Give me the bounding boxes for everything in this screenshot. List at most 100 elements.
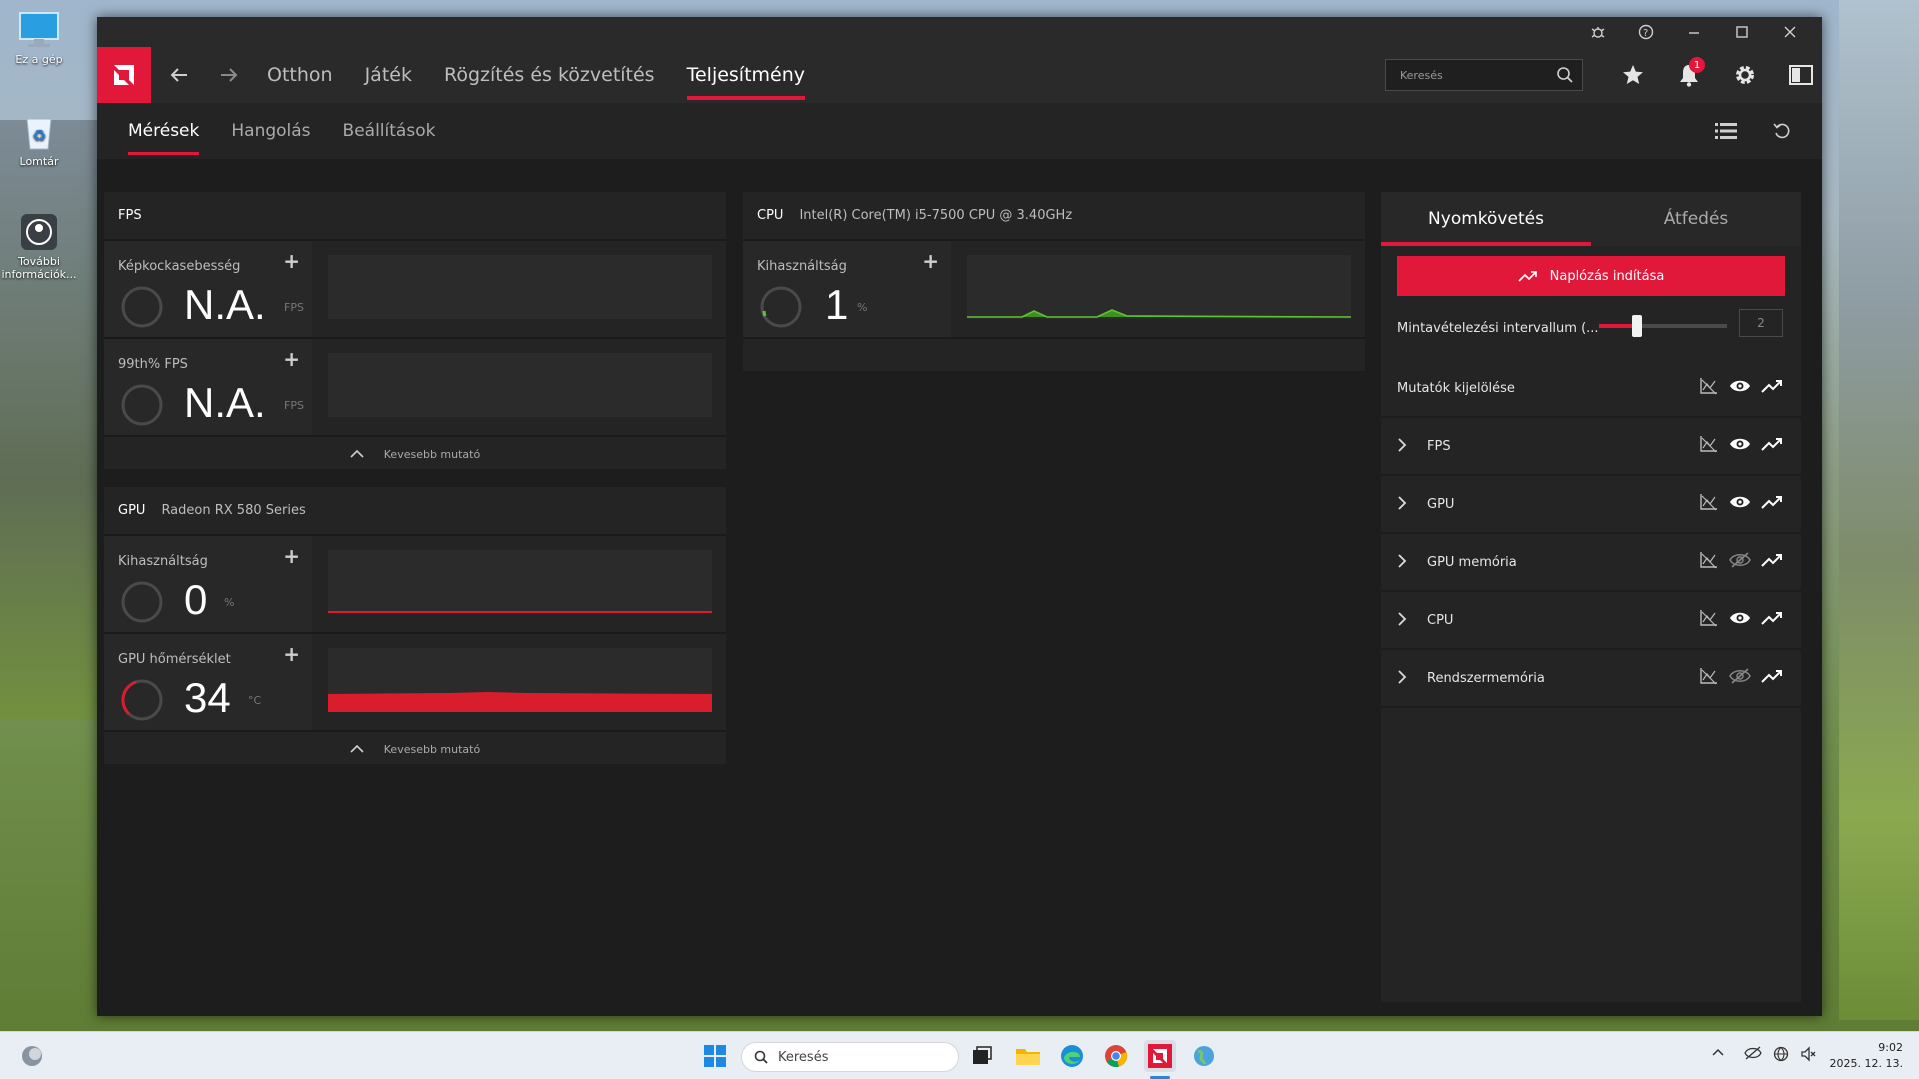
list-view-icon[interactable]	[1698, 122, 1754, 140]
metric-gauge-icon	[121, 286, 163, 328]
favorites-star-icon[interactable]	[1605, 47, 1661, 103]
eye-icon[interactable]	[1729, 494, 1751, 514]
metric-group-row[interactable]: FPS	[1381, 418, 1801, 476]
panel-header: GPU Radeon RX 580 Series	[104, 487, 726, 536]
notifications-bell-icon[interactable]: 1	[1661, 47, 1717, 103]
eye-icon[interactable]	[1729, 378, 1751, 398]
subtab-settings[interactable]: Beállítások	[327, 103, 452, 159]
metric-graph	[328, 550, 712, 614]
chevron-right-icon[interactable]	[1397, 553, 1427, 572]
desktop-icon-recycle-bin[interactable]: ♻ Lomtár	[0, 112, 78, 168]
metric-graph	[328, 353, 712, 417]
forward-arrow-icon[interactable]	[207, 47, 251, 103]
slider-handle[interactable]	[1632, 315, 1643, 337]
trend-icon[interactable]	[1761, 436, 1783, 456]
volume-muted-icon[interactable]	[1800, 1046, 1816, 1066]
svg-text:?: ?	[1643, 28, 1648, 39]
start-windows-icon[interactable]	[699, 1040, 731, 1072]
metric-group-row[interactable]: GPU memória	[1381, 534, 1801, 592]
sidebar-panel-icon[interactable]	[1773, 47, 1829, 103]
panel-subtitle: Intel(R) Core(TM) i5-7500 CPU @ 3.40GHz	[799, 208, 1073, 223]
subtab-tuning[interactable]: Hangolás	[215, 103, 326, 159]
network-globe-icon[interactable]	[1188, 1040, 1220, 1072]
fewer-metrics-button[interactable]: Kevesebb mutató	[104, 437, 726, 471]
metric-group-row[interactable]: Rendszermemória	[1381, 650, 1801, 708]
metric-group-row[interactable]: GPU	[1381, 476, 1801, 534]
edge-browser-icon[interactable]	[1056, 1040, 1088, 1072]
help-icon[interactable]: ?	[1622, 17, 1670, 47]
metric-label: Képkockasebesség	[118, 259, 241, 274]
nav-tab-gaming[interactable]: Játék	[349, 47, 428, 103]
file-explorer-icon[interactable]	[1012, 1040, 1044, 1072]
task-view-icon[interactable]	[966, 1040, 998, 1072]
taskbar-search-input[interactable]: Keresés	[741, 1042, 959, 1072]
amd-logo-icon[interactable]	[97, 47, 151, 103]
desktop-icon-this-pc[interactable]: Ez a gép	[0, 10, 78, 66]
desktop-icon-more-info[interactable]: További információk...	[0, 212, 78, 281]
maximize-icon[interactable]	[1718, 17, 1766, 47]
chart-icon[interactable]	[1699, 493, 1719, 515]
desktop-icon-label: További információk...	[1, 255, 77, 281]
taskbar-clock[interactable]: 9:02 2025. 12. 13.	[1830, 1040, 1903, 1072]
metric-gauge-icon	[121, 384, 163, 426]
back-arrow-icon[interactable]	[151, 47, 207, 103]
row-icons	[1699, 551, 1783, 573]
chevron-right-icon[interactable]	[1397, 495, 1427, 514]
bug-report-icon[interactable]	[1574, 17, 1622, 47]
trend-icon[interactable]	[1761, 610, 1783, 630]
eye-off-icon[interactable]	[1729, 552, 1751, 572]
search-icon	[1556, 66, 1574, 87]
reset-icon[interactable]	[1754, 122, 1810, 140]
metric-group-label: FPS	[1427, 438, 1451, 454]
chart-icon[interactable]	[1699, 667, 1719, 689]
chevron-up-icon[interactable]	[1712, 1046, 1724, 1061]
add-icon[interactable]: +	[283, 642, 300, 666]
desktop-wallpaper-left	[0, 120, 100, 720]
chevron-right-icon[interactable]	[1397, 669, 1427, 688]
nav-tab-performance[interactable]: Teljesítmény	[671, 47, 821, 103]
trend-icon[interactable]	[1761, 494, 1783, 514]
fewer-metrics-button[interactable]: Kevesebb mutató	[104, 732, 726, 766]
chrome-browser-icon[interactable]	[1100, 1040, 1132, 1072]
trend-icon[interactable]	[1761, 552, 1783, 572]
sampling-interval-input[interactable]: 2	[1739, 309, 1783, 337]
settings-gear-icon[interactable]	[1717, 47, 1773, 103]
panel-header: CPU Intel(R) Core(TM) i5-7500 CPU @ 3.40…	[743, 192, 1365, 241]
hidden-icon[interactable]	[1744, 1046, 1762, 1064]
sampling-interval-slider[interactable]	[1599, 315, 1727, 337]
nav-tab-home[interactable]: Otthon	[251, 47, 349, 103]
eye-icon[interactable]	[1729, 610, 1751, 630]
subtab-metrics[interactable]: Mérések	[112, 103, 215, 159]
sampling-interval-label: Mintavételezési intervallum (...	[1397, 320, 1599, 336]
search-input[interactable]: Keresés	[1385, 59, 1583, 91]
metric-row-gpu-utilization: Kihasználtság + 0 %	[104, 536, 726, 634]
desktop-icon-label: Lomtár	[19, 155, 59, 168]
minimize-icon[interactable]	[1670, 17, 1718, 47]
metric-value: N.A.	[184, 281, 266, 328]
chart-icon[interactable]	[1699, 435, 1719, 457]
widgets-icon[interactable]	[16, 1040, 48, 1072]
chevron-right-icon[interactable]	[1397, 437, 1427, 456]
tab-tracking[interactable]: Nyomkövetés	[1381, 192, 1591, 246]
chart-icon[interactable]	[1699, 551, 1719, 573]
add-icon[interactable]: +	[283, 249, 300, 273]
close-icon[interactable]	[1766, 17, 1814, 47]
start-logging-button[interactable]: Naplózás indítása	[1397, 256, 1785, 296]
metric-row-cpu-utilization: Kihasználtság + 1 %	[743, 241, 1365, 339]
tab-overlay[interactable]: Átfedés	[1591, 192, 1801, 246]
add-icon[interactable]: +	[922, 249, 939, 273]
metric-group-row[interactable]: CPU	[1381, 592, 1801, 650]
nav-tab-record-stream[interactable]: Rögzítés és közvetítés	[428, 47, 671, 103]
add-icon[interactable]: +	[283, 544, 300, 568]
amd-software-taskbar-icon[interactable]	[1144, 1040, 1176, 1072]
chart-icon[interactable]	[1699, 377, 1719, 399]
chart-icon[interactable]	[1699, 609, 1719, 631]
chevron-right-icon[interactable]	[1397, 611, 1427, 630]
network-icon[interactable]	[1773, 1046, 1789, 1066]
trend-icon[interactable]	[1761, 668, 1783, 688]
trend-icon[interactable]	[1761, 378, 1783, 398]
eye-icon[interactable]	[1729, 436, 1751, 456]
add-icon[interactable]: +	[283, 347, 300, 371]
desktop-wallpaper-right	[1839, 0, 1919, 1020]
eye-off-icon[interactable]	[1729, 668, 1751, 688]
